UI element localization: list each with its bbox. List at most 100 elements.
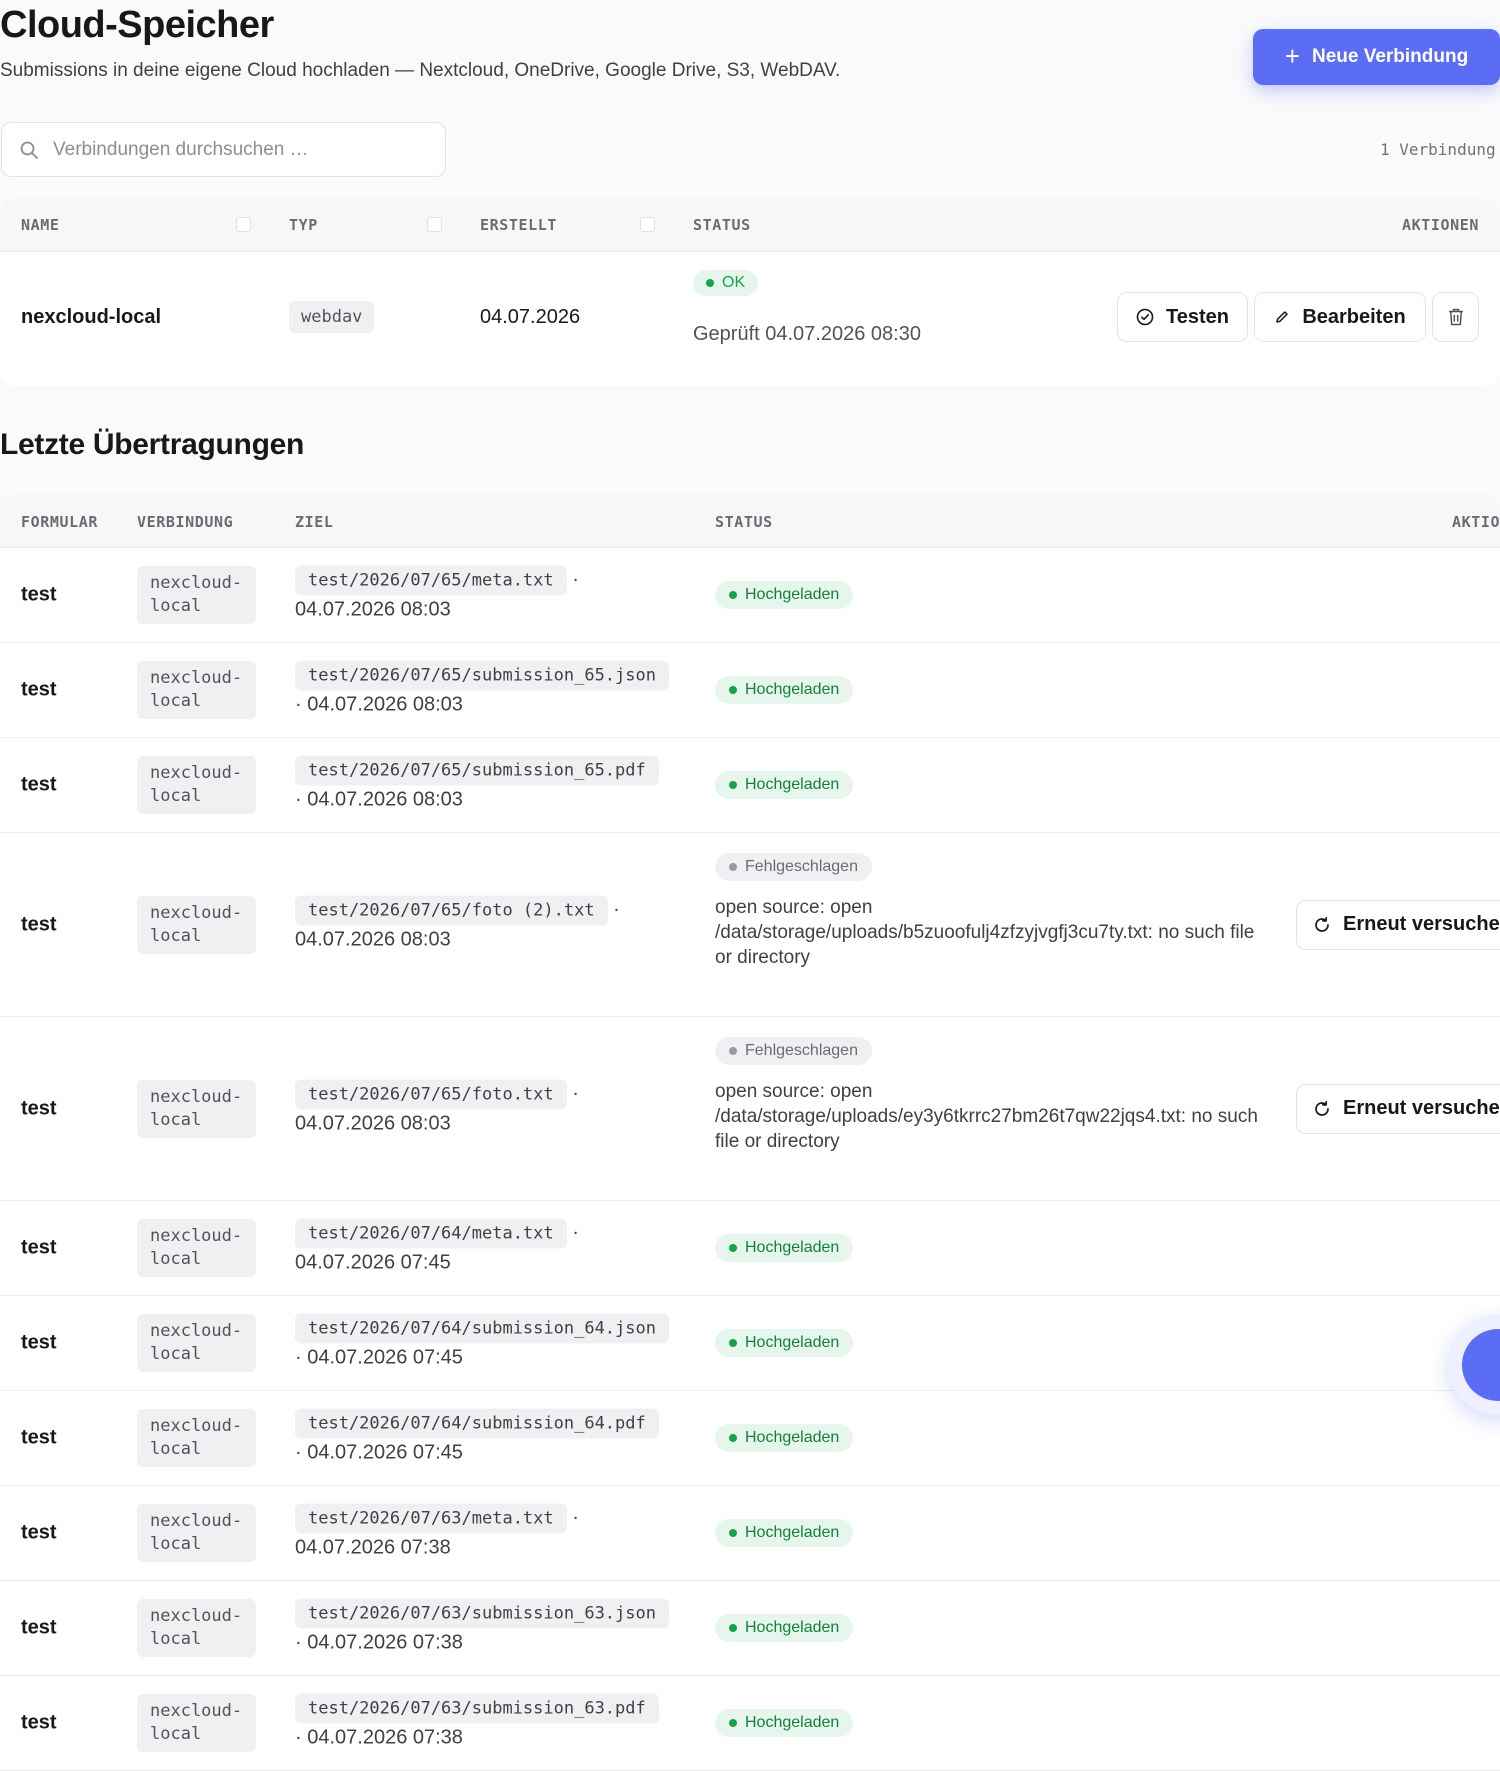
transfer-row: test nexcloud-local test/2026/07/63/meta.t… bbox=[0, 1486, 1500, 1581]
edit-button[interactable]: Bearbeiten bbox=[1254, 292, 1426, 342]
transfer-target: test/2026/07/64/submission_64.pdf · 04.07… bbox=[295, 1408, 685, 1468]
refresh-icon bbox=[1313, 916, 1331, 934]
retry-button-label: Erneut versuche bbox=[1343, 1097, 1500, 1119]
target-time: 04.07.2026 07:45 bbox=[307, 1346, 463, 1369]
status-badge-uploaded: Hochgeladen bbox=[715, 1614, 854, 1642]
error-message: open source: open /data/storage/uploads/… bbox=[715, 1081, 1258, 1152]
transfer-form: test bbox=[21, 1331, 57, 1354]
search-input[interactable] bbox=[51, 137, 431, 162]
transfer-form: test bbox=[21, 678, 57, 701]
target-path: test/2026/07/63/submission_63.pdf bbox=[295, 1693, 659, 1724]
target-time: 04.07.2026 07:45 bbox=[307, 1441, 463, 1464]
status-label: Hochgeladen bbox=[745, 1429, 840, 1446]
target-path: test/2026/07/65/meta.txt bbox=[295, 565, 567, 596]
status-badge-failed: Fehlgeschlagen bbox=[715, 853, 872, 881]
target-path: test/2026/07/64/submission_64.pdf bbox=[295, 1408, 659, 1439]
transfer-status: Fehlgeschlagen open source: open /data/st… bbox=[715, 853, 1260, 970]
transfer-connection-chip: nexcloud-local bbox=[137, 1599, 256, 1657]
target-time: 04.07.2026 08:03 bbox=[295, 598, 451, 621]
transfer-row: test nexcloud-local test/2026/07/64/submis… bbox=[0, 1296, 1500, 1391]
target-time: 04.07.2026 08:03 bbox=[295, 1112, 451, 1134]
transfer-connection-chip: nexcloud-local bbox=[137, 1504, 256, 1562]
retry-button-label: Erneut versuche bbox=[1343, 913, 1500, 935]
sort-toggle-type[interactable] bbox=[427, 217, 442, 232]
target-path: test/2026/07/65/foto.txt bbox=[295, 1079, 567, 1109]
target-path: test/2026/07/64/meta.txt bbox=[295, 1218, 567, 1249]
page-title: Cloud-Speicher bbox=[0, 4, 274, 46]
transfer-status: Hochgeladen bbox=[715, 1614, 1260, 1642]
column-header-form: FORMULAR bbox=[21, 513, 99, 531]
status-badge-uploaded: Hochgeladen bbox=[715, 676, 854, 704]
status-badge-uploaded: Hochgeladen bbox=[715, 1234, 854, 1262]
status-dot-icon bbox=[729, 686, 737, 694]
status-badge-uploaded: Hochgeladen bbox=[715, 581, 854, 609]
transfer-target: test/2026/07/65/submission_65.pdf · 04.07… bbox=[295, 755, 685, 815]
target-time: 04.07.2026 07:38 bbox=[307, 1726, 463, 1749]
retry-button[interactable]: Erneut versuche bbox=[1296, 899, 1500, 950]
transfer-target: test/2026/07/64/meta.txt · 04.07.2026 07:… bbox=[295, 1218, 685, 1278]
status-badge-failed: Fehlgeschlagen bbox=[715, 1037, 872, 1065]
status-label: Hochgeladen bbox=[745, 1524, 840, 1541]
transfer-status: Hochgeladen bbox=[715, 771, 1260, 799]
transfer-target: test/2026/07/63/submission_63.pdf · 04.07… bbox=[295, 1693, 685, 1753]
status-dot-icon bbox=[729, 1719, 737, 1727]
transfer-form: test bbox=[21, 1521, 57, 1544]
sort-toggle-name[interactable] bbox=[236, 217, 251, 232]
transfer-connection-chip: nexcloud-local bbox=[137, 1079, 256, 1138]
column-header-type[interactable]: TYP bbox=[289, 216, 318, 234]
transfer-form: test bbox=[21, 1426, 57, 1449]
status-badge-uploaded: Hochgeladen bbox=[715, 771, 854, 799]
trash-icon bbox=[1447, 307, 1465, 327]
search-icon bbox=[19, 140, 39, 160]
pencil-icon bbox=[1274, 309, 1290, 325]
connection-created: 04.07.2026 bbox=[480, 306, 581, 328]
transfer-status: Fehlgeschlagen open source: open /data/st… bbox=[715, 1037, 1260, 1154]
delete-button[interactable] bbox=[1432, 292, 1479, 342]
search-box[interactable] bbox=[1, 122, 446, 177]
connections-table: NAME TYP ERSTELLT STATUS AKTIONEN nexclo… bbox=[0, 198, 1500, 386]
transfer-target: test/2026/07/64/submission_64.json · 04.0… bbox=[295, 1313, 685, 1373]
connection-count: 1 Verbindung bbox=[1380, 140, 1496, 159]
plus-icon: + bbox=[1284, 40, 1300, 71]
column-header-name[interactable]: NAME bbox=[21, 216, 60, 234]
status-badge-uploaded: Hochgeladen bbox=[715, 1709, 854, 1737]
target-time: 04.07.2026 08:03 bbox=[307, 693, 463, 716]
column-header-target: ZIEL bbox=[295, 513, 334, 531]
test-button-label: Testen bbox=[1166, 305, 1229, 328]
transfer-status: Hochgeladen bbox=[715, 1424, 1260, 1452]
status-label: Hochgeladen bbox=[745, 1714, 840, 1731]
transfer-row: test nexcloud-local test/2026/07/65/submis… bbox=[0, 643, 1500, 738]
page-subtitle: Submissions in deine eigene Cloud hochla… bbox=[0, 60, 841, 81]
column-header-transfer-actions: AKTIO bbox=[1452, 513, 1500, 531]
status-label: OK bbox=[722, 274, 746, 291]
transfer-row: test nexcloud-local test/2026/07/64/meta.t… bbox=[0, 1201, 1500, 1296]
transfers-table-header: FORMULAR VERBINDUNG ZIEL STATUS AKTIO bbox=[0, 494, 1500, 548]
status-badge-uploaded: Hochgeladen bbox=[715, 1424, 854, 1452]
new-connection-button[interactable]: + Neue Verbindung bbox=[1253, 29, 1500, 85]
error-message: open source: open /data/storage/uploads/… bbox=[715, 897, 1255, 968]
transfer-row: test nexcloud-local test/2026/07/65/meta.t… bbox=[0, 548, 1500, 643]
transfer-form: test bbox=[21, 773, 57, 796]
status-label: Hochgeladen bbox=[745, 586, 840, 603]
target-path: test/2026/07/65/submission_65.json bbox=[295, 660, 669, 691]
transfer-target: test/2026/07/63/meta.txt · 04.07.2026 07:… bbox=[295, 1503, 685, 1563]
transfer-connection-chip: nexcloud-local bbox=[137, 895, 256, 954]
transfers-table: FORMULAR VERBINDUNG ZIEL STATUS AKTIO te… bbox=[0, 494, 1500, 1771]
target-path: test/2026/07/63/meta.txt bbox=[295, 1503, 567, 1534]
transfer-form: test bbox=[21, 913, 57, 935]
target-time: 04.07.2026 07:38 bbox=[307, 1631, 463, 1654]
status-badge: OK bbox=[693, 270, 759, 296]
sort-toggle-created[interactable] bbox=[640, 217, 655, 232]
transfer-status: Hochgeladen bbox=[715, 1709, 1260, 1737]
edit-button-label: Bearbeiten bbox=[1302, 305, 1406, 328]
test-button[interactable]: Testen bbox=[1117, 292, 1248, 342]
status-label: Hochgeladen bbox=[745, 1619, 840, 1636]
transfer-target: test/2026/07/65/meta.txt · 04.07.2026 08:… bbox=[295, 565, 685, 625]
retry-button[interactable]: Erneut versuche bbox=[1296, 1083, 1500, 1134]
transfer-status: Hochgeladen bbox=[715, 1519, 1260, 1547]
transfer-connection-chip: nexcloud-local bbox=[137, 1314, 256, 1372]
transfer-target: test/2026/07/65/foto (2).txt · 04.07.2026… bbox=[295, 895, 685, 954]
check-circle-icon bbox=[1136, 308, 1154, 326]
column-header-created[interactable]: ERSTELLT bbox=[480, 216, 557, 234]
last-checked: Geprüft 04.07.2026 08:30 bbox=[693, 323, 921, 345]
